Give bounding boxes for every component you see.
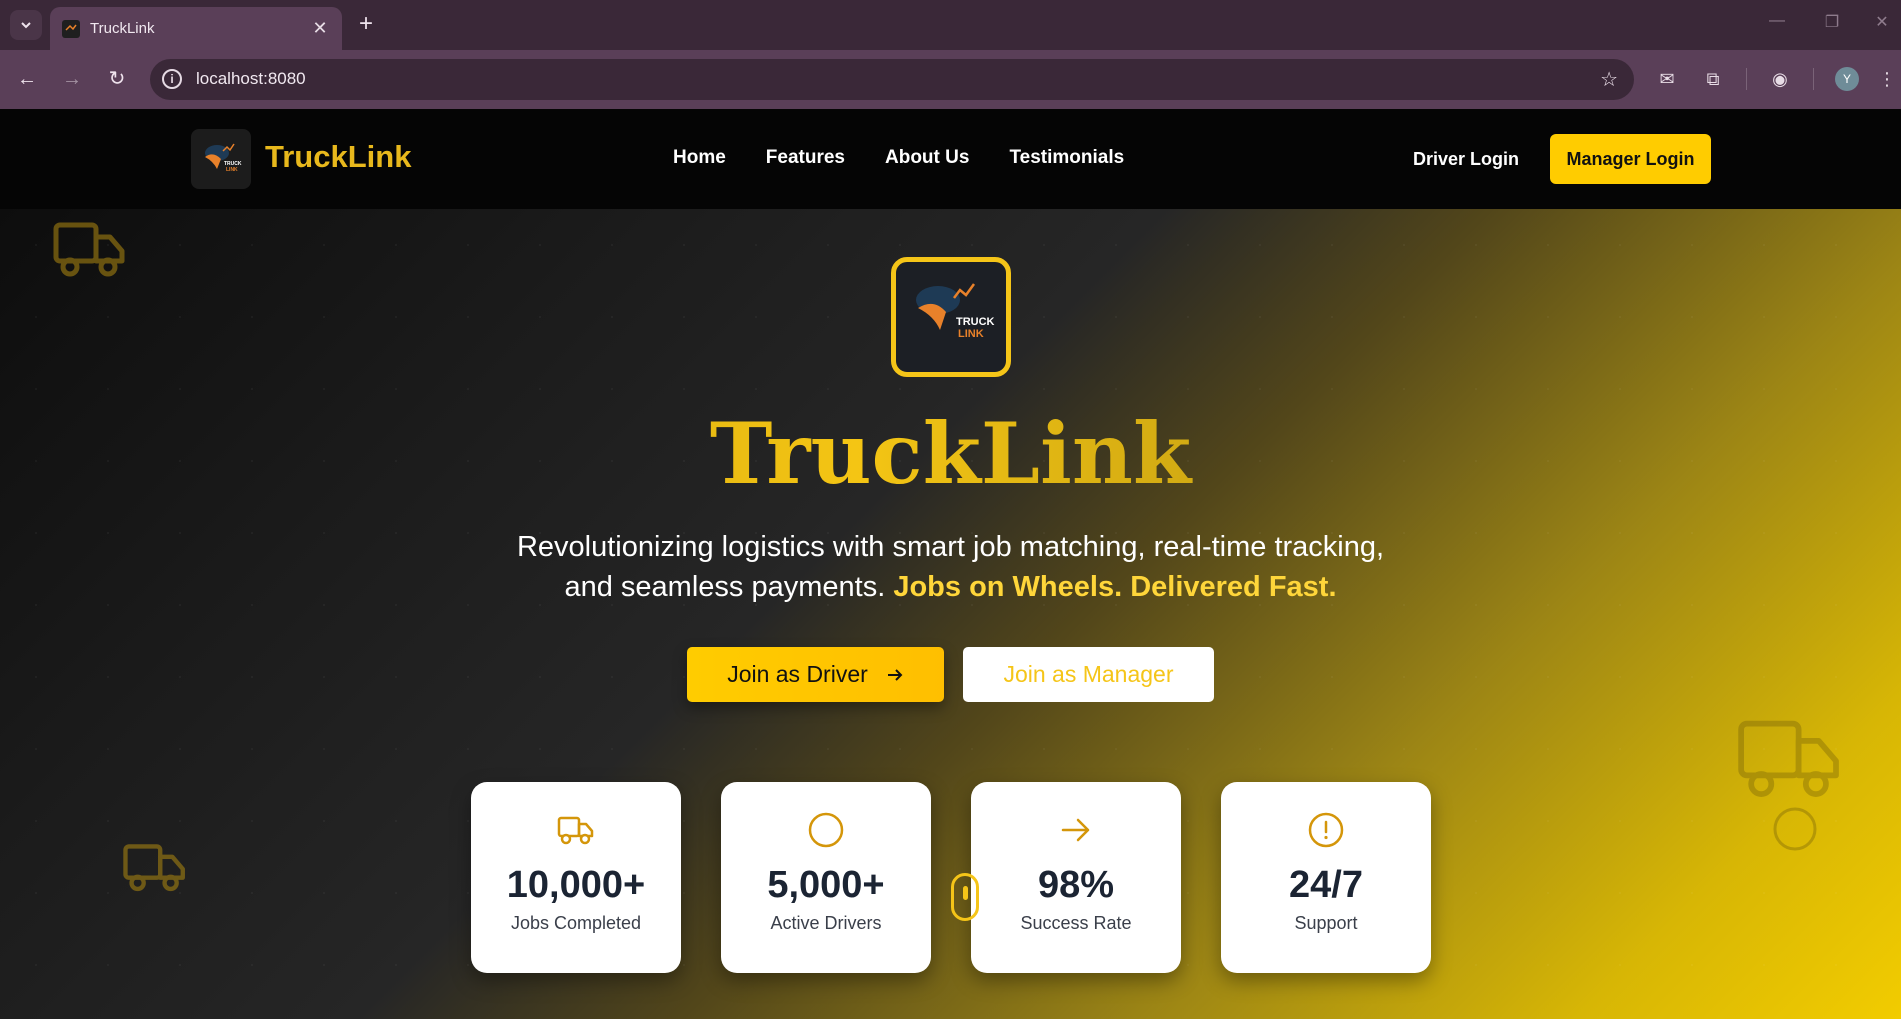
minimize-icon[interactable]: — — [1757, 12, 1797, 38]
brand-logo[interactable]: TRUCK LINK — [191, 129, 251, 189]
close-icon[interactable]: ✕ — [310, 18, 330, 39]
menu-kebab-icon[interactable]: ⋮ — [1878, 66, 1896, 92]
svg-text:LINK: LINK — [226, 167, 238, 173]
stats-row: 10,000+ Jobs Completed 5,000+ Active Dri… — [471, 782, 1431, 973]
nav-about-us[interactable]: About Us — [885, 147, 969, 169]
manager-login-button[interactable]: Manager Login — [1550, 134, 1711, 184]
nav-features[interactable]: Features — [766, 147, 845, 169]
alert-circle-icon — [1308, 812, 1344, 848]
nav-home[interactable]: Home — [673, 147, 726, 169]
join-as-manager-button[interactable]: Join as Manager — [963, 647, 1214, 702]
truck-icon — [53, 222, 125, 277]
hero-title: TruckLink — [0, 404, 1901, 503]
url-text: localhost:8080 — [196, 69, 306, 88]
tagline-line-1: Revolutionizing logistics with smart job… — [516, 531, 1385, 563]
circle-icon — [808, 812, 844, 848]
browser-tab[interactable]: TruckLink ✕ — [50, 7, 342, 50]
hero-section: TRUCK LINK TruckLink Revolutionizing log… — [0, 209, 1901, 1019]
truck-icon — [123, 844, 185, 892]
stat-card-support: 24/7 Support — [1221, 782, 1431, 973]
chevron-down-icon — [21, 22, 31, 29]
reload-icon[interactable]: ↻ — [102, 64, 132, 94]
trucklink-logo-icon: TRUCK LINK — [916, 283, 995, 340]
main-nav: Home Features About Us Testimonials — [673, 147, 1124, 169]
stat-label: Support — [1294, 913, 1358, 933]
scroll-dot — [963, 886, 968, 900]
logo-text-truck: TRUCK — [956, 316, 995, 328]
stat-card-drivers: 5,000+ Active Drivers — [721, 782, 931, 973]
stat-value: 5,000+ — [767, 864, 885, 906]
hero-logo: TRUCK LINK — [891, 257, 1011, 377]
logo-text-link: LINK — [958, 328, 984, 340]
stat-value: 10,000+ — [506, 864, 646, 906]
tab-search-button[interactable] — [10, 10, 42, 40]
profile-avatar[interactable]: Y — [1835, 67, 1859, 91]
forward-icon[interactable]: → — [57, 64, 87, 94]
site-info-icon[interactable]: i — [162, 69, 182, 89]
arrow-right-icon — [887, 668, 903, 681]
join-as-driver-button[interactable]: Join as Driver — [687, 647, 944, 702]
stat-label: Success Rate — [1020, 913, 1132, 933]
address-bar[interactable]: i localhost:8080 ☆ — [150, 59, 1634, 100]
mail-icon[interactable]: ✉ — [1654, 66, 1680, 92]
trucklink-logo-icon: TRUCK LINK — [205, 143, 242, 173]
truck-icon — [557, 816, 594, 845]
stat-label: Active Drivers — [770, 913, 882, 933]
tab-title: TruckLink — [90, 20, 155, 37]
new-tab-button[interactable]: + — [352, 12, 380, 38]
stat-value: 98% — [1037, 864, 1115, 906]
join-as-driver-label: Join as Driver — [727, 661, 868, 687]
stat-card-jobs: 10,000+ Jobs Completed — [471, 782, 681, 973]
toolbar-divider — [1813, 68, 1814, 90]
browser-tabstrip: TruckLink ✕ + — ❐ ✕ — [0, 0, 1901, 50]
extensions-icon[interactable]: ⧉ — [1700, 66, 1726, 92]
toolbar-divider — [1746, 68, 1747, 90]
brand-name[interactable]: TruckLink — [265, 139, 411, 175]
truck-icon — [1738, 720, 1839, 797]
tagline-line-2: and seamless payments. — [564, 571, 886, 603]
stat-label: Jobs Completed — [510, 913, 642, 933]
site-header: TRUCK LINK TruckLink Home Features About… — [0, 109, 1901, 209]
scroll-indicator-icon[interactable] — [951, 873, 979, 921]
window-close-icon[interactable]: ✕ — [1862, 12, 1901, 38]
restore-icon[interactable]: ❐ — [1812, 12, 1852, 38]
nav-testimonials[interactable]: Testimonials — [1009, 147, 1124, 169]
hero-tagline: Revolutionizing logistics with smart job… — [0, 527, 1901, 607]
back-icon[interactable]: ← — [12, 64, 42, 94]
bookmark-star-icon[interactable]: ☆ — [1600, 67, 1618, 92]
stat-card-success: 98% Success Rate — [971, 782, 1181, 973]
circle-icon — [1773, 807, 1817, 851]
arrow-right-icon — [1061, 818, 1090, 842]
tagline-accent: Jobs on Wheels. Delivered Fast. — [893, 571, 1337, 603]
tab-favicon — [62, 19, 80, 38]
screenshot-icon[interactable]: ◉ — [1767, 66, 1793, 92]
driver-login-link[interactable]: Driver Login — [1413, 149, 1519, 170]
stat-value: 24/7 — [1289, 864, 1363, 906]
